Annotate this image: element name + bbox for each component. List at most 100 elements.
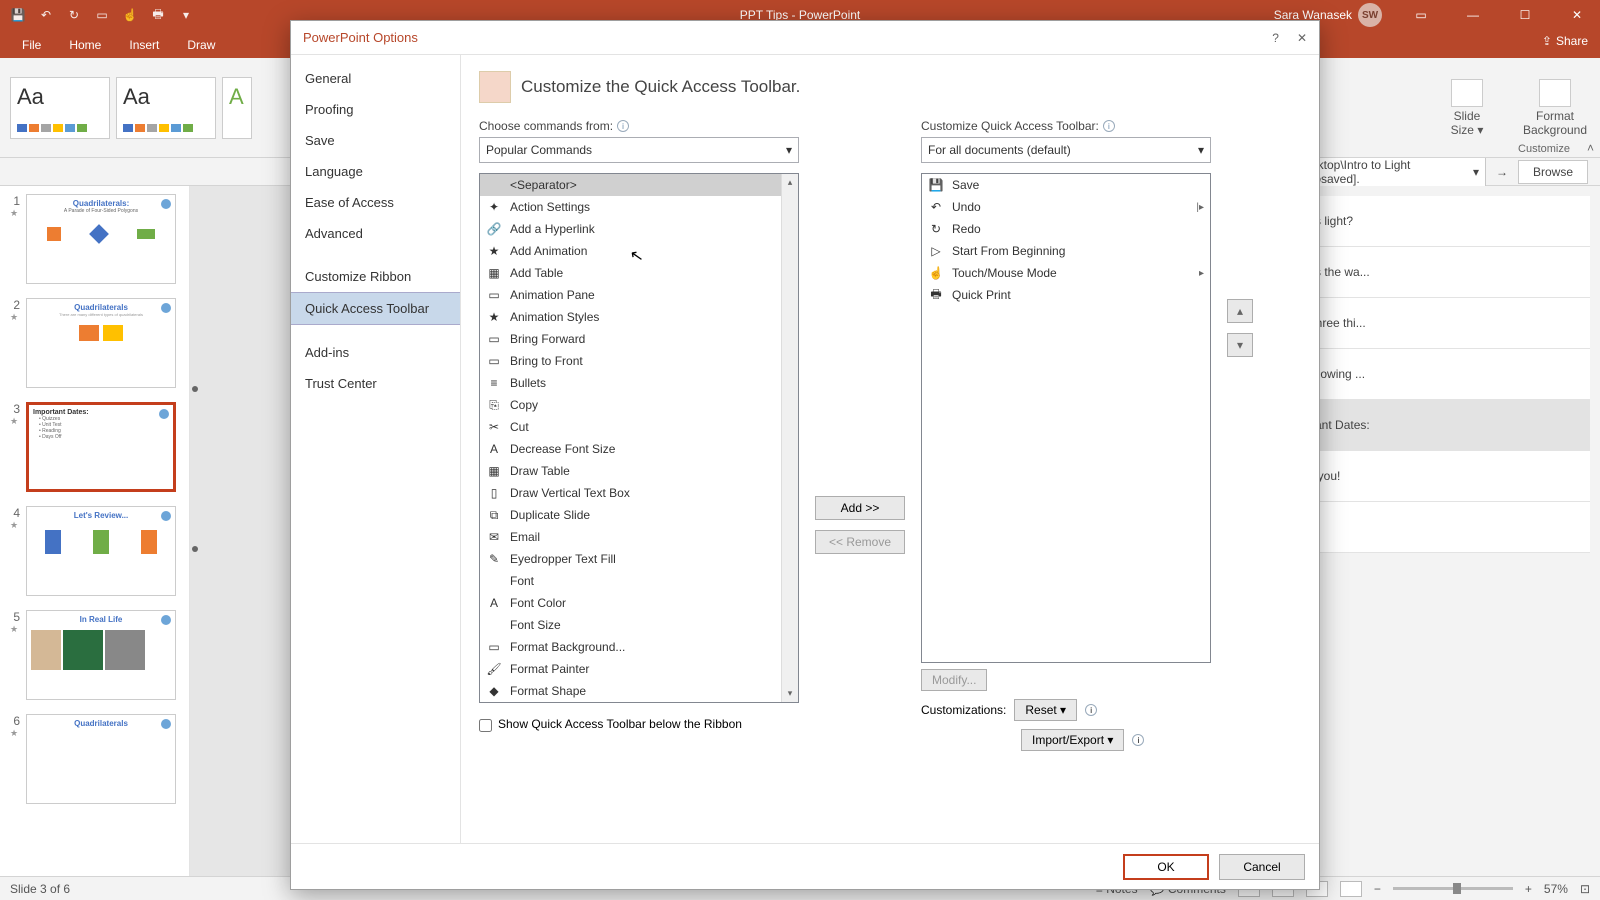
command-item[interactable]: 🖌Format Painter	[480, 658, 798, 680]
nav-item-trust-center[interactable]: Trust Center	[291, 368, 460, 399]
command-item[interactable]: ✂Cut	[480, 416, 798, 438]
touch-mode-icon[interactable]: ☝	[120, 5, 140, 25]
scrollbar[interactable]: ▴ ▾	[781, 174, 798, 702]
command-icon	[486, 617, 502, 633]
command-item[interactable]: ▭Format Background...	[480, 636, 798, 658]
command-item[interactable]: ▦Draw Table	[480, 460, 798, 482]
slide-thumb-2[interactable]: QuadrilateralsThere are many different t…	[26, 298, 176, 388]
fit-to-window-icon[interactable]: ⊡	[1580, 882, 1590, 896]
share-button[interactable]: ⇪ Share	[1542, 34, 1588, 48]
zoom-level[interactable]: 57%	[1544, 882, 1568, 896]
info-icon[interactable]: i	[1132, 734, 1144, 746]
minimize-icon[interactable]: —	[1450, 0, 1496, 30]
save-icon[interactable]: 💾	[8, 5, 28, 25]
qat-customize-icon[interactable]: ▾	[176, 5, 196, 25]
qat-item[interactable]: ↻Redo	[922, 218, 1210, 240]
qat-scope-select[interactable]: For all documents (default)▾	[921, 137, 1211, 163]
nav-item-save[interactable]: Save	[291, 125, 460, 156]
command-item[interactable]: Font Size▭	[480, 614, 798, 636]
command-item[interactable]: ✦Action Settings	[480, 196, 798, 218]
command-item[interactable]: ▭Bring to Front	[480, 350, 798, 372]
slide-size-button[interactable]: Slide Size ▾	[1432, 79, 1502, 137]
ribbon-display-icon[interactable]: ▭	[1398, 0, 1444, 30]
import-export-button[interactable]: Import/Export ▾	[1021, 729, 1124, 751]
tab-insert[interactable]: Insert	[115, 32, 173, 58]
reset-button[interactable]: Reset ▾	[1014, 699, 1077, 721]
info-icon[interactable]: i	[617, 120, 629, 132]
command-item[interactable]: ▯Draw Vertical Text Box	[480, 482, 798, 504]
scroll-up-icon[interactable]: ▴	[782, 174, 798, 191]
ok-button[interactable]: OK	[1123, 854, 1209, 880]
zoom-in-icon[interactable]: +	[1525, 882, 1532, 896]
qat-item[interactable]: ☝Touch/Mouse Mode▸	[922, 262, 1210, 284]
theme-thumb-3[interactable]: A	[222, 77, 252, 139]
move-up-button[interactable]: ▴	[1227, 299, 1253, 323]
qat-item[interactable]: 🖶Quick Print	[922, 284, 1210, 306]
nav-item-customize-ribbon[interactable]: Customize Ribbon	[291, 261, 460, 292]
theme-thumb-2[interactable]: Aa	[116, 77, 216, 139]
command-item[interactable]: ▭Animation Pane	[480, 284, 798, 306]
remove-button[interactable]: << Remove	[815, 530, 905, 554]
slide-thumb-3[interactable]: Important Dates:• Quizzes • Unit Test • …	[26, 402, 176, 492]
cancel-button[interactable]: Cancel	[1219, 854, 1305, 880]
close-icon[interactable]: ✕	[1554, 0, 1600, 30]
slide-thumb-5[interactable]: In Real Life	[26, 610, 176, 700]
choose-commands-select[interactable]: Popular Commands▾	[479, 137, 799, 163]
go-icon[interactable]: →	[1496, 165, 1508, 179]
quick-print-icon[interactable]: 🖶	[148, 5, 168, 25]
slide-counter[interactable]: Slide 3 of 6	[10, 882, 70, 896]
qat-item[interactable]: ↶Undo|▸	[922, 196, 1210, 218]
command-item[interactable]: ★Animation Styles▸	[480, 306, 798, 328]
nav-item-language[interactable]: Language	[291, 156, 460, 187]
nav-item-add-ins[interactable]: Add-ins	[291, 337, 460, 368]
modify-button[interactable]: Modify...	[921, 669, 987, 691]
maximize-icon[interactable]: ☐	[1502, 0, 1548, 30]
zoom-slider[interactable]	[1393, 887, 1513, 890]
start-from-beginning-icon[interactable]: ▭	[92, 5, 112, 25]
dialog-titlebar: PowerPoint Options ? ✕	[291, 21, 1319, 55]
move-down-button[interactable]: ▾	[1227, 333, 1253, 357]
collapse-ribbon-icon[interactable]: ˄	[1587, 141, 1594, 155]
undo-icon[interactable]: ↶	[36, 5, 56, 25]
command-item[interactable]: ✉Email	[480, 526, 798, 548]
command-item[interactable]: Font▭	[480, 570, 798, 592]
slide-thumb-4[interactable]: Let's Review...	[26, 506, 176, 596]
nav-item-advanced[interactable]: Advanced	[291, 218, 460, 249]
command-icon: ▭	[486, 287, 502, 303]
command-item[interactable]: AFont Color▸|▸	[480, 592, 798, 614]
command-item[interactable]: ≡Bullets▸|▸	[480, 372, 798, 394]
info-icon[interactable]: i	[1085, 704, 1097, 716]
command-item[interactable]: 🔗Add a Hyperlink	[480, 218, 798, 240]
dialog-close-icon[interactable]: ✕	[1297, 31, 1307, 45]
format-background-button[interactable]: Format Background	[1520, 79, 1590, 137]
help-icon[interactable]: ?	[1272, 31, 1279, 45]
show-below-ribbon-checkbox[interactable]	[479, 719, 492, 732]
redo-icon[interactable]: ↻	[64, 5, 84, 25]
tab-file[interactable]: File	[8, 32, 55, 58]
command-item[interactable]: ▭Bring Forward	[480, 328, 798, 350]
command-item[interactable]: ◆Format Shape	[480, 680, 798, 702]
nav-item-quick-access-toolbar[interactable]: Quick Access Toolbar	[291, 292, 460, 325]
tab-draw[interactable]: Draw	[173, 32, 229, 58]
command-item[interactable]: ✎Eyedropper Text Fill	[480, 548, 798, 570]
nav-item-ease-of-access[interactable]: Ease of Access	[291, 187, 460, 218]
add-button[interactable]: Add >>	[815, 496, 905, 520]
command-item[interactable]: <Separator>	[480, 174, 798, 196]
slide-thumb-1[interactable]: Quadrilaterals:A Parade of Four-Sided Po…	[26, 194, 176, 284]
slideshow-view-icon[interactable]	[1340, 881, 1362, 897]
command-item[interactable]: ⧉Duplicate Slide	[480, 504, 798, 526]
scroll-down-icon[interactable]: ▾	[782, 685, 798, 702]
command-item[interactable]: ADecrease Font Size	[480, 438, 798, 460]
info-icon[interactable]: i	[1103, 120, 1115, 132]
qat-listbox[interactable]: 💾Save↶Undo|▸↻Redo▷Start From Beginning☝T…	[921, 173, 1211, 663]
command-item[interactable]: ⎘Copy	[480, 394, 798, 416]
tab-home[interactable]: Home	[55, 32, 115, 58]
nav-item-general[interactable]: General	[291, 63, 460, 94]
nav-item-proofing[interactable]: Proofing	[291, 94, 460, 125]
qat-item[interactable]: ▷Start From Beginning	[922, 240, 1210, 262]
theme-thumb-1[interactable]: Aa	[10, 77, 110, 139]
browse-button[interactable]: Browse	[1518, 160, 1588, 184]
slide-thumb-6[interactable]: Quadrilaterals	[26, 714, 176, 804]
qat-item[interactable]: 💾Save	[922, 174, 1210, 196]
zoom-out-icon[interactable]: −	[1374, 882, 1381, 896]
